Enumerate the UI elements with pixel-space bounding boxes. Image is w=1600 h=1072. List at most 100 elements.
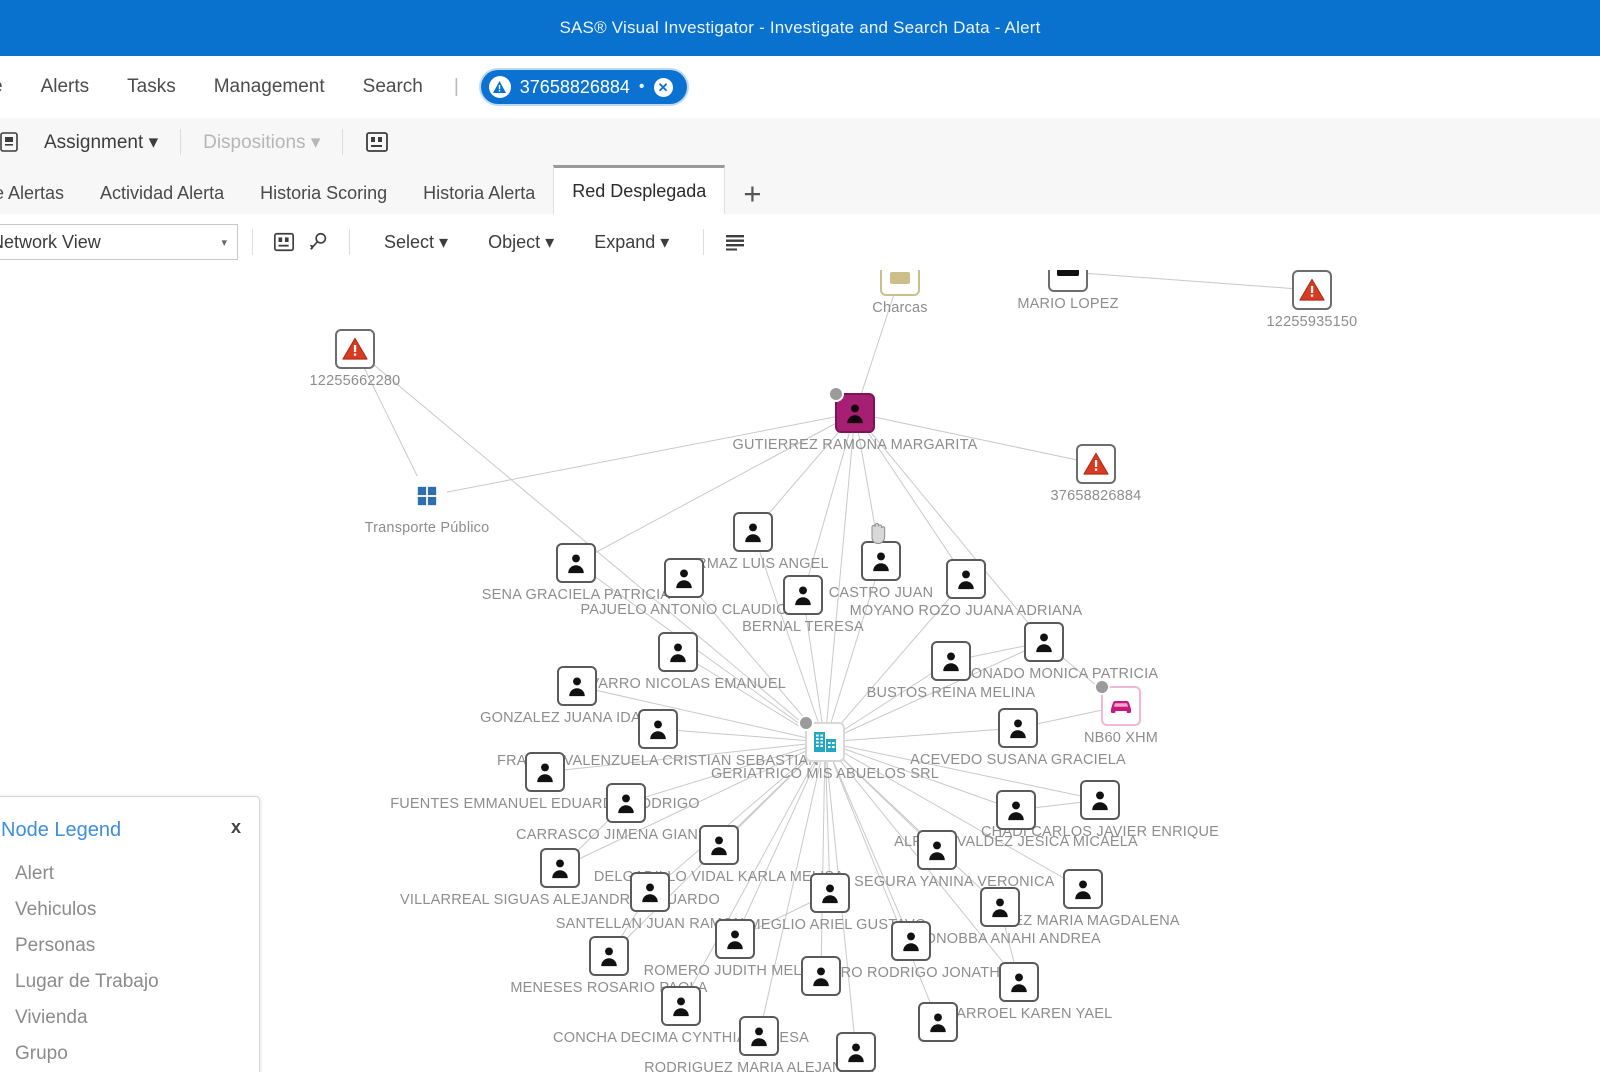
- legend-item-grupo[interactable]: Grupo: [0, 1036, 259, 1072]
- graph-node[interactable]: MALDONADO MONICA PATRICIA: [930, 622, 1158, 682]
- list-lines-icon[interactable]: [718, 227, 752, 257]
- graph-node[interactable]: Transporte Público: [365, 476, 489, 536]
- chevron-down-icon: ▾: [221, 236, 227, 249]
- graph-node[interactable]: CONCHA DECIMA CYNTHIA VANESA: [553, 986, 809, 1046]
- graph-node[interactable]: DIMEGLIO ARIEL GUSTAVO: [734, 873, 926, 933]
- tab-red-desplegada[interactable]: Red Desplegada: [553, 165, 726, 214]
- graph-node[interactable]: ACEVEDO SUSANA GRACIELA: [910, 708, 1126, 768]
- graph-node-label: FUENTES EMMANUEL EDUARDO RODRIGO: [390, 796, 700, 812]
- chevron-down-icon: ▾: [310, 131, 321, 153]
- dispositions-menu[interactable]: Dispositions ▾: [185, 131, 338, 154]
- person-node-icon: [1024, 622, 1064, 662]
- pin-search-icon[interactable]: [301, 227, 335, 257]
- person-node-icon: [658, 632, 698, 672]
- graph-node[interactable]: [801, 956, 841, 996]
- graph-node[interactable]: GERIATRICO MIS ABUELOS SRL: [711, 715, 939, 782]
- node-drag-handle[interactable]: [828, 386, 844, 402]
- legend-item-vehiculos[interactable]: Vehiculos: [0, 892, 259, 928]
- tab-detalle-alertas[interactable]: le Alertas: [0, 172, 82, 214]
- alert-node-icon: [1076, 444, 1116, 484]
- graph-node[interactable]: ALFARO VALDEZ JESICA MICAELA: [894, 790, 1138, 850]
- place-node-icon: [880, 270, 920, 296]
- graph-node[interactable]: NB60 XHM: [1084, 679, 1158, 746]
- graph-node[interactable]: MARIO LOPEZ: [1017, 270, 1118, 312]
- nav-item-tasks[interactable]: Tasks: [108, 76, 195, 98]
- graph-node[interactable]: MOYANO ROZO JUANA ADRIANA: [850, 559, 1082, 619]
- node-drag-handle[interactable]: [1094, 679, 1110, 695]
- graph-node[interactable]: [836, 1032, 876, 1072]
- tab-historia-scoring[interactable]: Historia Scoring: [242, 172, 405, 214]
- person-node-icon: [918, 1002, 958, 1042]
- legend-item-personas[interactable]: Personas: [0, 928, 259, 964]
- graph-node[interactable]: CASTRO JUAN: [829, 541, 933, 601]
- open-alert-chip[interactable]: 37658826884 • ✕: [480, 70, 687, 104]
- toolbar-divider: [349, 229, 350, 255]
- graph-node[interactable]: NAVARRO NICOLAS EMANUEL: [570, 632, 786, 692]
- graph-node-label: MARIO LOPEZ: [1017, 296, 1119, 312]
- network-layout-icon[interactable]: [267, 227, 301, 257]
- graph-node[interactable]: TERMAZ LUIS ANGEL: [677, 512, 829, 572]
- graph-node[interactable]: CARRASCO JIMENA GIANETTE: [516, 783, 736, 843]
- nav-separator: |: [453, 76, 459, 97]
- legend-item-vivienda[interactable]: Vivienda: [0, 1000, 259, 1036]
- person-node-icon: [861, 541, 901, 581]
- graph-node[interactable]: VILLARROEL KAREN YAEL: [926, 962, 1112, 1022]
- graph-node[interactable]: RICONOBBA ANAHI ANDREA: [899, 887, 1101, 947]
- graph-node[interactable]: BERNAL TERESA: [742, 575, 864, 635]
- graph-node[interactable]: LEZEZ MARIA MAGDALENA: [986, 869, 1180, 929]
- nav-item-search[interactable]: Search: [344, 76, 442, 98]
- node-drag-handle[interactable]: [798, 715, 814, 731]
- expand-menu[interactable]: Expand ▾: [574, 232, 689, 253]
- graph-node[interactable]: CHADI CARLOS JAVIER ENRIQUE: [981, 780, 1219, 840]
- graph-node[interactable]: SANTELLAN JUAN RAMON: [556, 872, 744, 932]
- network-grid-icon[interactable]: [365, 130, 389, 154]
- object-menu[interactable]: Object ▾: [468, 232, 574, 253]
- graph-node-label: ROMERO JUDITH MELINA: [643, 963, 827, 979]
- graph-node[interactable]: ROMERO JUDITH MELINA: [644, 919, 826, 979]
- graph-node[interactable]: [918, 1002, 958, 1042]
- graph-node[interactable]: RODRIGUEZ MARIA ALEJANDRA: [644, 1016, 874, 1072]
- graph-node[interactable]: 12255662280: [310, 329, 400, 389]
- graph-node[interactable]: DELGADILLO VIDAL KARLA MELISA: [594, 825, 844, 885]
- tab-actividad-alerta[interactable]: Actividad Alerta: [82, 172, 242, 214]
- person-node-icon: [996, 790, 1036, 830]
- graph-node-label: 12255662280: [309, 373, 401, 389]
- graph-node[interactable]: 12255935150: [1267, 270, 1357, 330]
- node-legend-panel[interactable]: Node Legend x Alert Vehiculos Personas L…: [0, 796, 260, 1072]
- nav-item-management[interactable]: Management: [195, 76, 344, 98]
- person-node-icon: [891, 921, 931, 961]
- graph-node[interactable]: MENESES ROSARIO PAOLA: [510, 936, 707, 996]
- view-select[interactable]: Network View ▾: [0, 224, 238, 260]
- close-icon[interactable]: ✕: [653, 77, 673, 97]
- graph-node[interactable]: BAU SEGURA YANINA VERONICA: [819, 830, 1054, 890]
- close-icon[interactable]: x: [231, 817, 241, 838]
- graph-node[interactable]: Charcas: [872, 270, 928, 316]
- detail-tab-strip: le Alertas Actividad Alerta Historia Sco…: [0, 165, 1600, 215]
- legend-item-lugar-de-trabajo[interactable]: Lugar de Trabajo: [0, 964, 259, 1000]
- graph-node[interactable]: GUTIERREZ RAMONA MARGARITA: [732, 386, 977, 453]
- nav-item-alerts[interactable]: Alerts: [22, 76, 109, 98]
- graph-node[interactable]: VILLARREAL SIGUAS ALEJANDRO EDUARDO: [400, 848, 720, 908]
- nav-item-home[interactable]: e: [0, 76, 22, 98]
- person-node-icon: [557, 666, 597, 706]
- alert-record-icon[interactable]: [0, 127, 26, 157]
- graph-node[interactable]: REPARO RODRIGO JONATHAN: [801, 921, 1020, 981]
- graph-node[interactable]: SENA GRACIELA PATRICIA: [482, 543, 670, 603]
- add-tab-button[interactable]: +: [725, 174, 779, 214]
- graph-node-label: Charcas: [872, 300, 928, 316]
- legend-item-alert[interactable]: Alert: [0, 856, 259, 892]
- graph-node[interactable]: FUENTES EMMANUEL EDUARDO RODRIGO: [390, 752, 700, 812]
- graph-node[interactable]: 37658826884: [1051, 444, 1141, 504]
- graph-node[interactable]: FRANCO VALENZUELA CRISTIAN SEBASTIAN: [497, 709, 819, 769]
- graph-node-label: SENA GRACIELA PATRICIA: [481, 587, 671, 603]
- person-node-icon: [630, 872, 670, 912]
- open-alert-chip-label: 37658826884: [519, 76, 630, 97]
- graph-node[interactable]: PAJUELO ANTONIO CLAUDIO: [580, 558, 787, 618]
- toolbar-divider: [703, 229, 705, 255]
- assignment-menu[interactable]: Assignment ▾: [26, 131, 176, 154]
- select-menu[interactable]: Select ▾: [364, 232, 468, 253]
- graph-node[interactable]: BUSTOS REINA MELINA: [867, 641, 1035, 701]
- tab-historia-alerta[interactable]: Historia Alerta: [405, 172, 553, 214]
- graph-node[interactable]: GONZALEZ JUANA IDALINA: [480, 666, 674, 726]
- object-menu-label: Object: [488, 231, 541, 252]
